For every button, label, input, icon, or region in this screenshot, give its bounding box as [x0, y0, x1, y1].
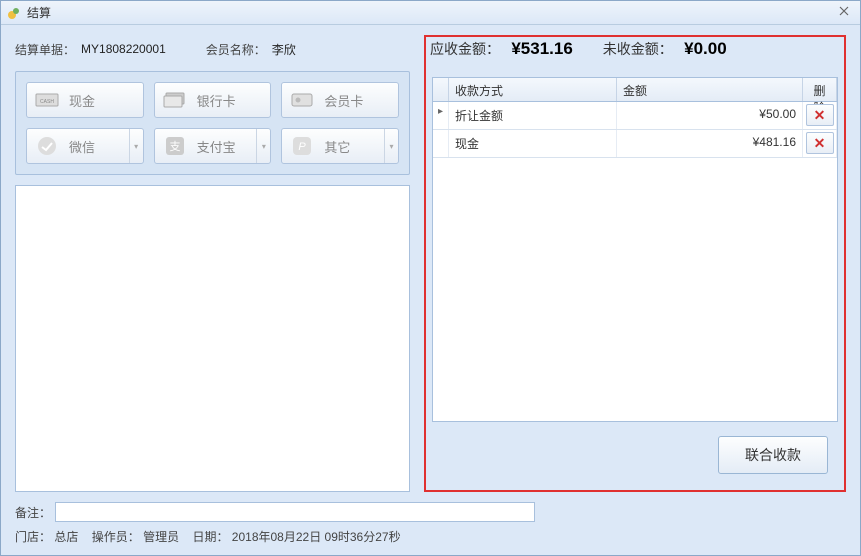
pay-member-button[interactable]: 会员卡	[281, 82, 399, 118]
order-info: 结算单据： MY1808220001 会员名称： 李欣	[15, 41, 410, 58]
alipay-icon: 支	[161, 135, 189, 157]
operator-label: 操作员：	[92, 530, 140, 544]
app-icon	[7, 6, 21, 20]
pay-wechat-label: 微信	[69, 137, 129, 156]
svg-text:支: 支	[169, 140, 180, 153]
payment-grid: 收款方式 金额 删除 ▸ 折让金额 ¥50.00 ✕	[432, 77, 838, 422]
pay-other-button[interactable]: P 其它 ▾	[281, 128, 399, 164]
order-no-label: 结算单据：	[15, 41, 75, 58]
status-bar: 门店： 总店 操作员： 管理员 日期： 2018年08月22日 09时36分27…	[15, 528, 846, 545]
payment-method-panel: CASH 现金 银行卡 会员卡 微信 ▾	[15, 71, 410, 175]
cash-icon: CASH	[33, 89, 61, 111]
pay-other-label: 其它	[324, 137, 384, 156]
remark-input[interactable]	[55, 502, 535, 522]
bank-card-icon	[161, 89, 189, 111]
close-icon[interactable]	[834, 5, 854, 20]
pay-bank-label: 银行卡	[197, 91, 271, 110]
row-indicator-icon	[433, 130, 449, 157]
member-name-label: 会员名称：	[206, 41, 266, 58]
grid-header: 收款方式 金额 删除	[433, 78, 837, 102]
operator-value: 管理员	[143, 530, 179, 544]
grid-method-header: 收款方式	[449, 78, 617, 101]
pay-bank-button[interactable]: 银行卡	[154, 82, 272, 118]
pay-wechat-button[interactable]: 微信 ▾	[26, 128, 144, 164]
row-indicator-icon: ▸	[433, 102, 449, 129]
table-row[interactable]: 现金 ¥481.16 ✕	[433, 130, 837, 158]
content-area: 结算单据： MY1808220001 会员名称： 李欣 应收金额： ¥531.1…	[1, 25, 860, 555]
order-no-value: MY1808220001	[81, 42, 166, 56]
grid-amount-header: 金额	[617, 78, 803, 101]
row-delete-cell: ✕	[803, 130, 837, 157]
pay-alipay-label: 支付宝	[197, 137, 257, 156]
left-panel: CASH 现金 银行卡 会员卡 微信 ▾	[15, 71, 410, 492]
member-name-value: 李欣	[272, 41, 296, 58]
other-pay-icon: P	[288, 135, 316, 157]
remark-row: 备注：	[15, 502, 846, 522]
grid-delete-header: 删除	[803, 78, 837, 101]
row-method: 折让金额	[449, 102, 617, 129]
remark-label: 备注：	[15, 504, 51, 521]
store-value: 总店	[54, 530, 78, 544]
pay-member-label: 会员卡	[324, 91, 398, 110]
bottom-area: 备注： 门店： 总店 操作员： 管理员 日期： 2018年08月22日 09时3…	[15, 502, 846, 545]
delete-row-button[interactable]: ✕	[806, 132, 834, 154]
svg-text:CASH: CASH	[40, 99, 54, 105]
svg-text:P: P	[299, 141, 307, 153]
main-row: CASH 现金 银行卡 会员卡 微信 ▾	[15, 71, 846, 492]
chevron-down-icon[interactable]: ▾	[384, 129, 398, 163]
notes-textarea[interactable]	[15, 185, 410, 492]
pay-alipay-button[interactable]: 支 支付宝 ▾	[154, 128, 272, 164]
combine-row: 联合收款	[432, 422, 838, 484]
settlement-window: 结算 结算单据： MY1808220001 会员名称： 李欣 应收金额： ¥53…	[0, 0, 861, 556]
right-panel: 收款方式 金额 删除 ▸ 折让金额 ¥50.00 ✕	[424, 35, 846, 492]
pay-cash-button[interactable]: CASH 现金	[26, 82, 144, 118]
row-method: 现金	[449, 130, 617, 157]
date-label: 日期：	[192, 530, 228, 544]
window-title: 结算	[27, 4, 834, 21]
table-row[interactable]: ▸ 折让金额 ¥50.00 ✕	[433, 102, 837, 130]
delete-row-button[interactable]: ✕	[806, 104, 834, 126]
member-card-icon	[288, 89, 316, 111]
titlebar: 结算	[1, 1, 860, 25]
date-value: 2018年08月22日 09时36分27秒	[232, 530, 401, 544]
store-label: 门店：	[15, 530, 51, 544]
row-amount: ¥50.00	[617, 102, 803, 129]
grid-indicator-header	[433, 78, 449, 101]
wechat-icon	[33, 135, 61, 157]
row-delete-cell: ✕	[803, 102, 837, 129]
grid-body: ▸ 折让金额 ¥50.00 ✕ 现金 ¥481.16	[433, 102, 837, 421]
combine-payment-button[interactable]: 联合收款	[718, 436, 828, 474]
row-amount: ¥481.16	[617, 130, 803, 157]
chevron-down-icon[interactable]: ▾	[129, 129, 143, 163]
chevron-down-icon[interactable]: ▾	[256, 129, 270, 163]
pay-cash-label: 现金	[69, 91, 143, 110]
